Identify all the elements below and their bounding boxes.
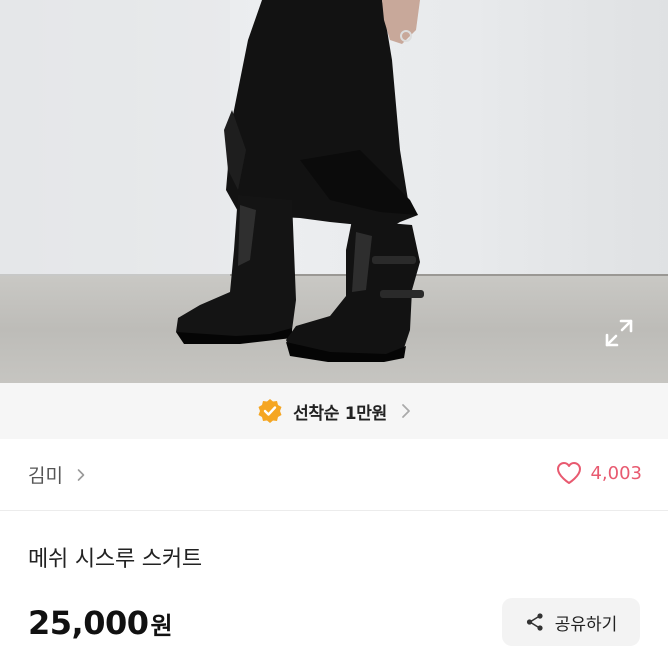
chevron-right-icon (77, 468, 85, 482)
promo-banner[interactable]: 선착순 1만원 (0, 383, 668, 439)
verified-badge-icon (257, 398, 283, 424)
seller-link[interactable]: 김미 (28, 461, 85, 488)
expand-icon (605, 319, 633, 347)
seller-name: 김미 (28, 465, 63, 487)
expand-photo-button[interactable] (604, 318, 638, 352)
share-label: 공유하기 (554, 614, 618, 635)
like-count: 4,003 (590, 462, 642, 484)
model-illustration (0, 0, 424, 362)
product-title: 메쉬 시스루 스커트 (28, 547, 202, 572)
price-currency: 원 (150, 612, 173, 640)
share-button[interactable]: 공유하기 (502, 598, 640, 646)
heart-icon (556, 461, 582, 485)
product-price: 25,000 원 (28, 604, 173, 642)
seller-row: 김미 4,003 (0, 439, 668, 511)
like-button[interactable]: 4,003 (556, 461, 642, 485)
chevron-right-icon (401, 403, 411, 419)
promo-text: 선착순 1만원 (293, 403, 387, 424)
share-icon (525, 612, 545, 632)
price-amount: 25,000 (28, 604, 149, 642)
product-photo[interactable] (0, 0, 668, 383)
